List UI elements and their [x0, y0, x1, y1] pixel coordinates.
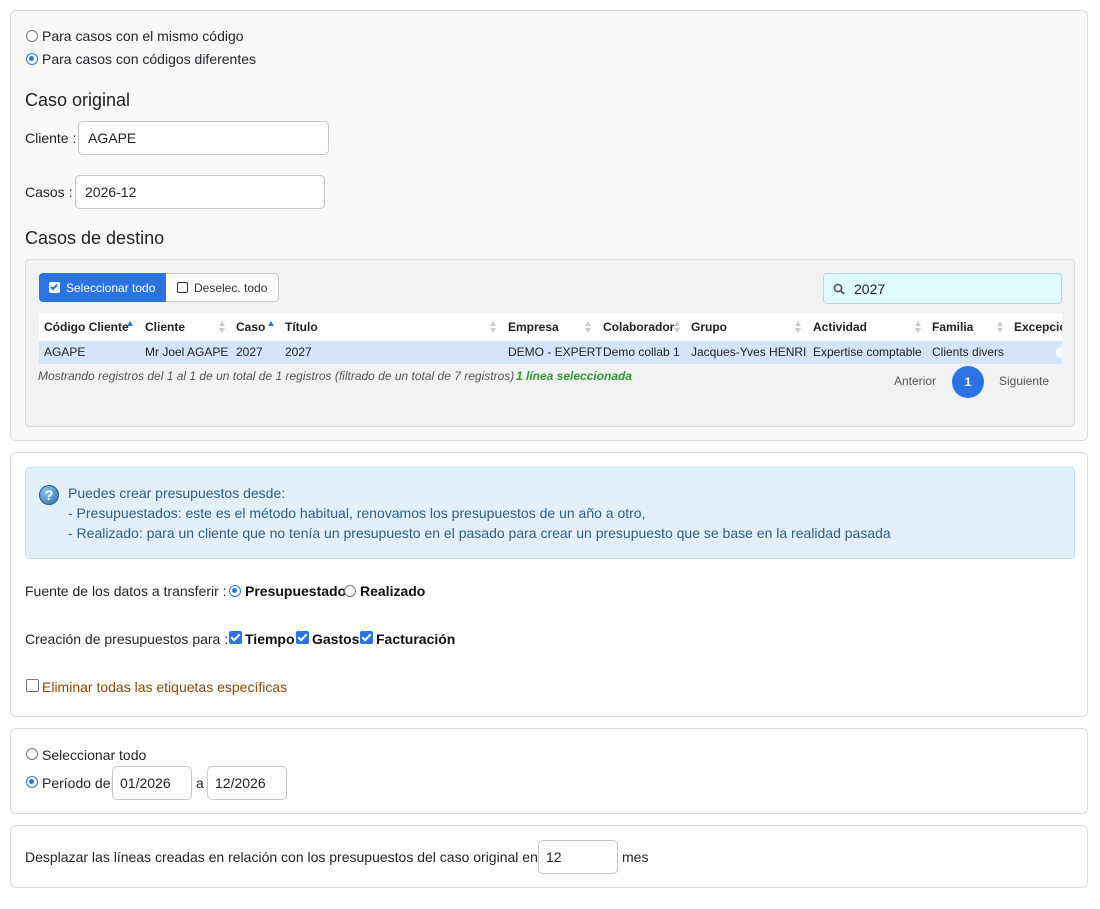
table-search-input[interactable]: 2027 — [823, 273, 1062, 304]
col-family[interactable]: Familia — [932, 313, 973, 341]
pagination-next[interactable]: Siguiente — [999, 374, 1049, 388]
source-label: Fuente de los datos a transferir : — [25, 583, 227, 599]
case-label: Casos : — [25, 184, 73, 200]
original-case-heading: Caso original — [25, 90, 131, 110]
sort-icon — [585, 321, 592, 333]
option-different-codes-label: Para casos con códigos diferentes — [42, 51, 257, 67]
time-label: Tiempo — [245, 631, 295, 647]
creation-label: Creación de presupuestos para : — [25, 631, 229, 647]
cell-family: Clients divers — [932, 345, 1005, 359]
empty-checkbox-icon — [177, 282, 188, 293]
unselect-all-label: Deselec. todo — [194, 280, 268, 295]
help-line-2: - Presupuestados: este es el método habi… — [68, 505, 646, 521]
billing-label: Facturación — [376, 631, 456, 647]
radio-budgeted[interactable] — [229, 585, 241, 597]
period-to-input[interactable]: 12/2026 — [207, 766, 287, 800]
exception-toggle[interactable] — [1056, 347, 1062, 358]
table-header: Código Cliente Cliente Caso Título Empre… — [39, 313, 1062, 341]
checkbox-time[interactable] — [229, 631, 242, 644]
table-info: Mostrando registros del 1 al 1 de un tot… — [38, 369, 515, 383]
col-group[interactable]: Grupo — [691, 313, 727, 341]
budgeted-label: Presupuestado — [245, 583, 347, 599]
help-line-3: - Realizado: para un cliente que no tení… — [68, 525, 891, 541]
shift-unit: mes — [622, 849, 649, 865]
actual-label: Realizado — [360, 583, 426, 599]
select-all-button[interactable]: Seleccionar todo — [39, 273, 166, 302]
cell-case: 2027 — [236, 345, 263, 359]
checkbox-remove-tags[interactable] — [26, 679, 39, 692]
cell-collaborator: Demo collab 1 — [603, 345, 680, 359]
sort-icon — [490, 321, 497, 333]
sort-icon — [997, 321, 1004, 333]
period-panel: Seleccionar todo Período de 01/2026 a 12… — [10, 728, 1088, 814]
help-icon: ? — [39, 485, 59, 505]
col-title[interactable]: Título — [285, 313, 318, 341]
radio-different-codes[interactable] — [26, 53, 38, 65]
sort-icon — [674, 321, 681, 333]
case-input[interactable]: 2026-12 — [75, 175, 325, 209]
cell-company: DEMO - EXPERT — [508, 345, 603, 359]
shift-months-input[interactable]: 12 — [538, 840, 618, 874]
pagination-previous[interactable]: Anterior — [894, 374, 936, 388]
destination-cases-heading: Casos de destino — [25, 228, 165, 248]
remove-tags-label: Eliminar todas las etiquetas específicas — [42, 679, 288, 695]
help-line-1: Puedes crear presupuestos desde: — [68, 485, 286, 501]
cell-client: Mr Joel AGAPE — [145, 345, 229, 359]
radio-select-all-period[interactable] — [26, 748, 38, 760]
checkbox-expenses[interactable] — [296, 631, 309, 644]
options-panel: ? Puedes crear presupuestos desde: - Pre… — [10, 452, 1088, 717]
sort-icon — [795, 321, 802, 333]
sort-asc-icon — [268, 321, 275, 333]
sort-icon — [915, 321, 922, 333]
col-collaborator[interactable]: Colaborador — [603, 313, 674, 341]
radio-same-code[interactable] — [26, 30, 38, 42]
info-alert: ? Puedes crear presupuestos desde: - Pre… — [25, 467, 1075, 559]
cell-client-code: AGAPE — [44, 345, 86, 359]
cell-title: 2027 — [285, 345, 312, 359]
copy-panel: Para casos con el mismo código Para caso… — [10, 10, 1088, 441]
col-company[interactable]: Empresa — [508, 313, 559, 341]
col-client[interactable]: Cliente — [145, 313, 185, 341]
period-to-label: a — [196, 775, 204, 791]
shift-panel: Desplazar las líneas creadas en relación… — [10, 825, 1088, 888]
col-case[interactable]: Caso — [236, 313, 265, 341]
cell-activity: Expertise comptable — [813, 345, 922, 359]
option-same-code-label: Para casos con el mismo código — [42, 28, 244, 44]
search-value: 2027 — [854, 280, 886, 297]
selected-count: 1 línea seleccionada — [516, 369, 633, 383]
client-label: Cliente : — [25, 130, 77, 146]
cell-group: Jacques-Yves HENRI — [691, 345, 807, 359]
sort-icon — [219, 321, 226, 333]
period-from-input[interactable]: 01/2026 — [112, 766, 192, 800]
col-client-code[interactable]: Código Cliente — [44, 313, 129, 341]
checkbox-billing[interactable] — [360, 631, 373, 644]
col-activity[interactable]: Actividad — [813, 313, 867, 341]
period-label: Período de — [42, 775, 111, 791]
client-input[interactable]: AGAPE — [78, 121, 329, 155]
unselect-all-button[interactable]: Deselec. todo — [166, 273, 279, 302]
select-all-label: Seleccionar todo — [66, 280, 156, 295]
table-row[interactable]: AGAPE Mr Joel AGAPE 2027 2027 DEMO - EXP… — [39, 341, 1062, 364]
radio-period[interactable] — [26, 776, 38, 788]
shift-label: Desplazar las líneas creadas en relación… — [25, 849, 538, 865]
radio-actual[interactable] — [344, 585, 356, 597]
destination-table-wrapper: Seleccionar todo Deselec. todo 2027 Códi… — [25, 259, 1075, 427]
expenses-label: Gastos — [312, 631, 360, 647]
select-all-period-label: Seleccionar todo — [42, 747, 147, 763]
pagination-current-page[interactable]: 1 — [952, 366, 984, 398]
sort-asc-icon — [127, 321, 134, 333]
col-exception[interactable]: Excepcio — [1014, 313, 1062, 341]
search-icon — [833, 283, 845, 295]
checkbox-icon — [49, 282, 60, 293]
